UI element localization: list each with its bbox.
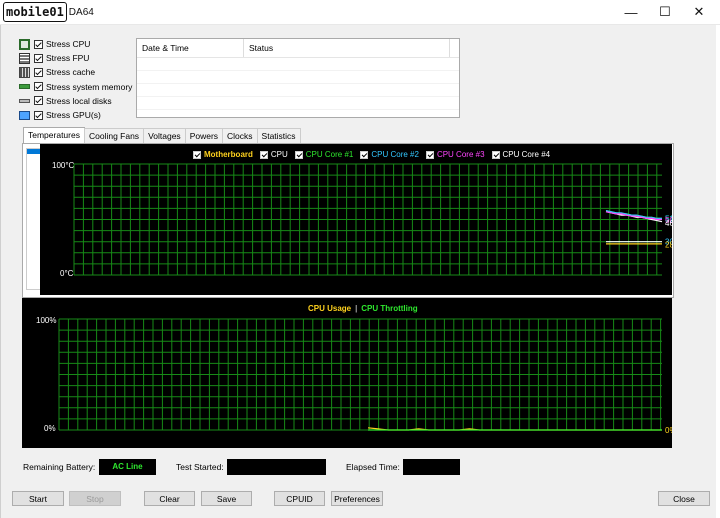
tab-statistics[interactable]: Statistics	[256, 128, 301, 143]
chart-grid	[73, 163, 662, 276]
memory-icon	[19, 84, 30, 90]
sensor-tabs: Temperatures Cooling Fans Voltages Power…	[23, 127, 301, 144]
log-row	[137, 97, 459, 110]
test-started-label: Test Started:	[176, 462, 224, 472]
cpu-icon	[19, 38, 30, 50]
main-window: Stress CPU Stress FPU Stress cache Stres…	[0, 25, 717, 518]
value-label: 28	[665, 240, 672, 249]
log-row	[137, 58, 459, 71]
stress-cpu-label: Stress CPU	[46, 39, 91, 50]
tab-cooling-fans[interactable]: Cooling Fans	[83, 128, 145, 143]
value-label: 0%	[665, 426, 672, 435]
cpuid-button[interactable]: CPUID	[274, 491, 325, 506]
stress-disks-checkbox[interactable]	[34, 96, 43, 106]
stress-gpu-label: Stress GPU(s)	[46, 110, 101, 121]
background-window-edge	[716, 25, 720, 518]
stress-fpu-label: Stress FPU	[46, 53, 90, 64]
tab-clocks[interactable]: Clocks	[222, 128, 258, 143]
stress-cpu-checkbox[interactable]	[34, 39, 43, 49]
save-button[interactable]: Save	[201, 491, 252, 506]
stress-option-cache[interactable]: Stress cache	[19, 65, 132, 79]
stress-disks-label: Stress local disks	[46, 95, 112, 106]
stress-options: Stress CPU Stress FPU Stress cache Stres…	[19, 37, 132, 122]
stress-fpu-checkbox[interactable]	[34, 53, 43, 63]
stress-cache-label: Stress cache	[46, 67, 96, 78]
brand-logo: mobile01	[3, 2, 67, 22]
temperature-chart: Motherboard CPU CPU Core #1 CPU Core #2 …	[40, 144, 672, 295]
fpu-icon	[19, 52, 30, 64]
remaining-battery-label: Remaining Battery:	[23, 462, 96, 472]
app-logo: mobile01 DA64	[3, 2, 94, 22]
disk-icon	[19, 98, 30, 103]
log-row	[137, 71, 459, 84]
stress-option-gpu[interactable]: Stress GPU(s)	[19, 108, 132, 122]
stress-option-disks[interactable]: Stress local disks	[19, 94, 132, 108]
remaining-battery-value: AC Line	[99, 459, 156, 475]
cpu-usage-chart: CPU Usage | CPU Throttling 100% 0% 0%0%	[22, 298, 672, 448]
cpu-usage-plot: 0%0%	[58, 318, 672, 435]
chart-grid	[58, 318, 662, 431]
column-header-status[interactable]: Status	[244, 39, 450, 57]
temperature-plot: 515150463028	[73, 163, 672, 276]
clear-button[interactable]: Clear	[144, 491, 195, 506]
stress-option-fpu[interactable]: Stress FPU	[19, 51, 132, 65]
stress-option-memory[interactable]: Stress system memory	[19, 80, 132, 94]
start-button[interactable]: Start	[12, 491, 64, 506]
tab-temperatures[interactable]: Temperatures	[23, 127, 85, 144]
preferences-button[interactable]: Preferences	[331, 491, 383, 506]
test-started-value	[227, 459, 326, 475]
window-title: DA64	[68, 6, 94, 18]
sensor-list-selected-item[interactable]	[27, 149, 41, 154]
close-button[interactable]: Close	[658, 491, 710, 506]
tab-voltages[interactable]: Voltages	[143, 128, 186, 143]
stress-memory-checkbox[interactable]	[34, 82, 43, 92]
log-row	[137, 84, 459, 97]
stress-memory-label: Stress system memory	[46, 81, 133, 92]
stress-cache-checkbox[interactable]	[34, 67, 43, 77]
value-label: 46	[665, 219, 672, 228]
elapsed-time-label: Elapsed Time:	[346, 462, 400, 472]
status-log-table[interactable]: Date & Time Status	[136, 38, 460, 118]
close-window-button[interactable]: ✕	[682, 0, 716, 24]
title-bar: mobile01 DA64 — ☐ ✕	[0, 0, 720, 25]
column-header-date-time[interactable]: Date & Time	[137, 39, 244, 57]
stop-button[interactable]: Stop	[69, 491, 121, 506]
tab-powers[interactable]: Powers	[184, 128, 224, 143]
cache-icon	[19, 66, 30, 78]
stress-option-cpu[interactable]: Stress CPU	[19, 37, 132, 51]
status-row: Remaining Battery: AC Line Test Started:…	[1, 459, 717, 475]
log-table-header: Date & Time Status	[137, 39, 459, 58]
stress-gpu-checkbox[interactable]	[34, 110, 43, 120]
elapsed-time-value	[403, 459, 460, 475]
minimize-button[interactable]: —	[614, 0, 648, 24]
maximize-button[interactable]: ☐	[648, 0, 682, 24]
monitor-icon	[19, 110, 30, 120]
